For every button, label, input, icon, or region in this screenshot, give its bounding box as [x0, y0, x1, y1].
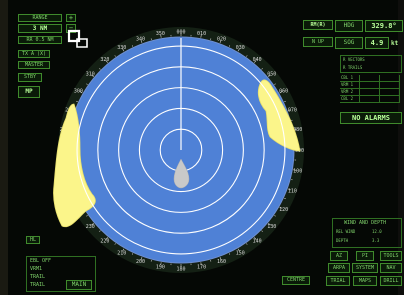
bearing-label: 010 — [197, 31, 206, 37]
bearing-label: 000 — [176, 29, 185, 35]
bearing-label: 230 — [86, 224, 95, 230]
bearing-label: 300 — [74, 89, 83, 95]
bearing-label: 160 — [217, 259, 226, 265]
bearing-label: 220 — [100, 239, 109, 245]
bearing-label: 150 — [236, 250, 245, 256]
radar-scope[interactable]: 0000100200300400500600700800901001101201… — [0, 0, 404, 295]
bearing-label: 190 — [156, 264, 165, 270]
bearing-label: 030 — [236, 45, 245, 51]
bearing-label: 060 — [279, 89, 288, 95]
bearing-label: 170 — [197, 264, 206, 270]
bearing-label: 050 — [267, 72, 276, 78]
bearing-label: 070 — [288, 107, 297, 113]
bearing-label: 210 — [117, 250, 126, 256]
bearing-label: 330 — [117, 45, 126, 51]
bearing-label: 310 — [86, 72, 95, 78]
bearing-label: 120 — [279, 207, 288, 213]
bearing-label: 100 — [293, 168, 302, 174]
radar-display: RANGE + 3 NM − RR 0.5 NM TX A (X) MASTER… — [0, 0, 404, 295]
bearing-label: 200 — [136, 259, 145, 265]
bearing-label: 350 — [156, 31, 165, 37]
bearing-label: 110 — [288, 188, 297, 194]
bearing-label: 180 — [176, 266, 185, 272]
bearing-label: 020 — [217, 36, 226, 42]
bearing-label: 320 — [100, 57, 109, 63]
bearing-label: 130 — [267, 224, 276, 230]
bearing-label: 040 — [253, 57, 262, 63]
bearing-label: 340 — [136, 36, 145, 42]
bearing-label: 140 — [253, 239, 262, 245]
